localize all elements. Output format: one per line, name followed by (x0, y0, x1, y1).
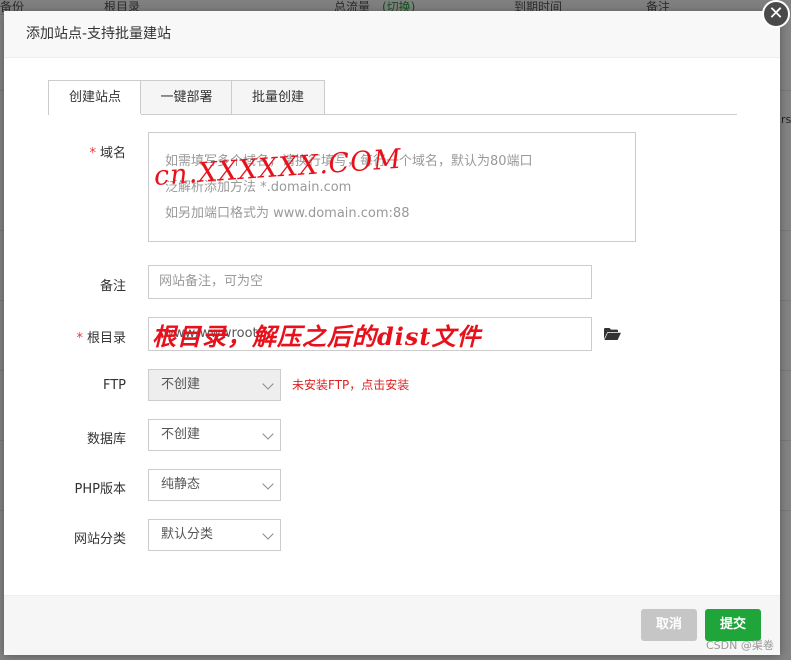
php-version-select[interactable]: 纯静态 (148, 469, 281, 501)
site-category-label: 网站分类 (73, 532, 126, 547)
dialog-title: 添加站点-支持批量建站 (4, 11, 780, 58)
domain-label-text: 域名 (99, 146, 126, 161)
ftp-select-value: 不创建 (161, 377, 201, 392)
tab-batch-create[interactable]: 批量创建 (231, 80, 325, 114)
site-category-select[interactable]: 默认分类 (148, 519, 281, 551)
chevron-down-icon (262, 378, 274, 390)
database-select-value: 不创建 (161, 427, 201, 442)
tab-create-site[interactable]: 创建站点 (48, 80, 142, 115)
php-version-select-value: 纯静态 (161, 477, 201, 492)
domain-label: * 域名 (26, 142, 126, 161)
cancel-button[interactable]: 取消 (641, 609, 697, 641)
dialog-tabs: 创建站点 一键部署 批量创建 (48, 80, 737, 115)
required-mark: * (89, 146, 96, 161)
required-mark: * (76, 331, 83, 346)
site-category-select-value: 默认分类 (161, 527, 214, 542)
php-version-label: PHP版本 (74, 482, 126, 497)
watermark: CSDN @渠卷 (706, 639, 774, 652)
domain-placeholder-line: 如另加端口格式为 www.domain.com:88 (165, 206, 410, 221)
remark-label: 备注 (99, 279, 126, 294)
close-dialog-button[interactable]: ✕ (762, 0, 790, 28)
add-site-dialog: 添加站点-支持批量建站 创建站点 一键部署 批量创建 * 域名 如需填写多个域名，… (4, 11, 780, 655)
root-dir-label: * 根目录 (26, 327, 126, 346)
chevron-down-icon (262, 478, 274, 490)
ftp-label: FTP (102, 378, 126, 393)
ftp-select[interactable]: 不创建 (148, 369, 281, 401)
ftp-install-link[interactable]: 未安装FTP，点击安装 (292, 377, 409, 393)
root-dir-label-text: 根目录 (86, 331, 126, 346)
database-select[interactable]: 不创建 (148, 419, 281, 451)
remark-input[interactable]: 网站备注，可为空 (148, 265, 592, 299)
database-label: 数据库 (86, 432, 126, 447)
folder-open-icon[interactable] (604, 328, 621, 340)
tab-one-click-deploy[interactable]: 一键部署 (140, 80, 233, 114)
chevron-down-icon (262, 528, 274, 540)
root-dir-annotation: 根目录，解压之后的dist文件 (152, 322, 482, 351)
chevron-down-icon (262, 428, 274, 440)
